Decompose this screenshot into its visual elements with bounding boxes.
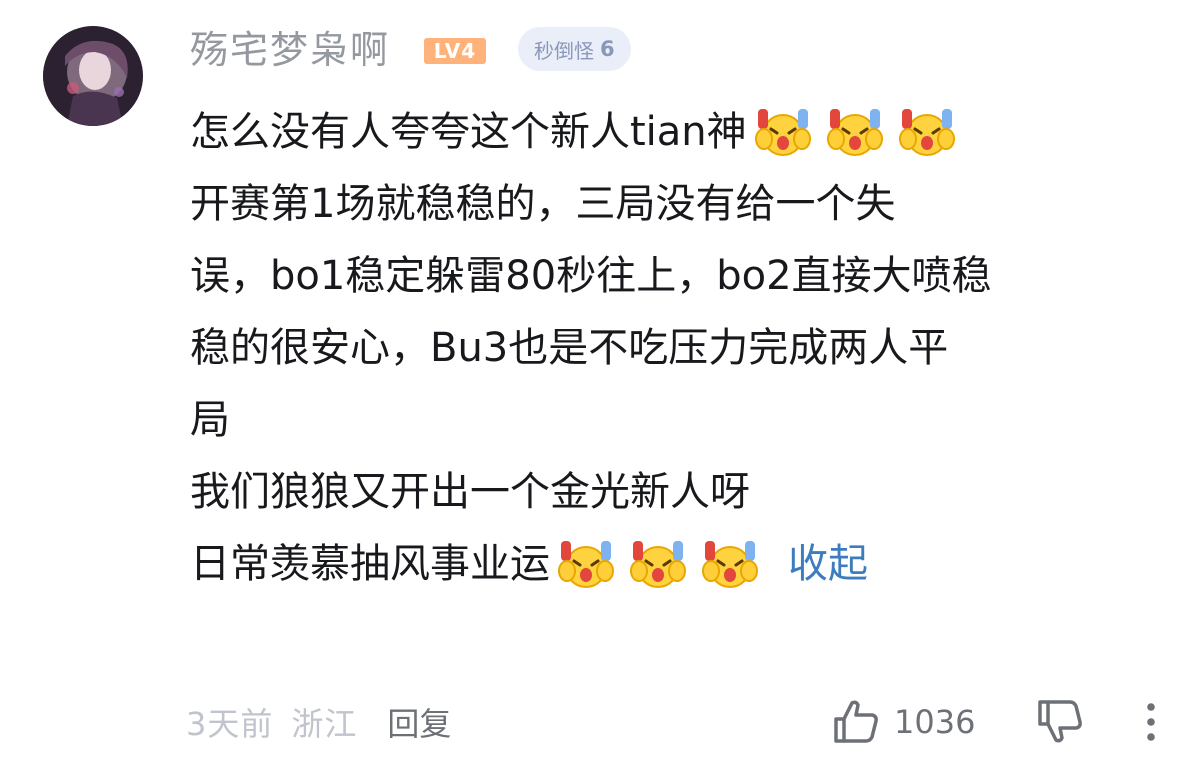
comment-region: 浙江 bbox=[291, 705, 358, 743]
like-button[interactable]: 1036 bbox=[832, 698, 975, 746]
reply-button[interactable]: 回复 bbox=[387, 699, 451, 745]
comment-line: 我们狼狼又开出一个金光新人呀 bbox=[190, 469, 750, 515]
fan-medal-badge[interactable]: 秒倒怪 6 bbox=[518, 27, 631, 71]
avatar[interactable] bbox=[43, 26, 143, 126]
dislike-button[interactable] bbox=[1034, 698, 1086, 746]
laugh-cry-emoji-icon bbox=[898, 105, 956, 157]
level-badge: LV4 bbox=[424, 38, 486, 64]
laugh-cry-emoji-icon bbox=[629, 537, 687, 589]
like-count: 1036 bbox=[894, 703, 976, 741]
laugh-cry-emoji-icon bbox=[557, 537, 615, 589]
comment-line: 稳的很安心，Bu3也是不吃压力完成两人平 bbox=[190, 325, 949, 371]
laugh-cry-emoji-icon bbox=[826, 105, 884, 157]
laugh-cry-emoji-icon bbox=[701, 537, 759, 589]
comment-line: 开赛第1场就稳稳的，三局没有给一个失 bbox=[190, 181, 896, 227]
comment-line: 误，bo1稳定躲雷80秒往上，bo2直接大喷稳 bbox=[190, 253, 992, 299]
fan-medal-name: 秒倒怪 bbox=[534, 38, 594, 63]
more-options-button[interactable] bbox=[1136, 698, 1166, 746]
comment-meta: 3天前 浙江 回复 bbox=[186, 698, 451, 746]
username[interactable]: 殇宅梦枭啊 bbox=[190, 28, 390, 72]
comment-line-text: 日常羡慕抽风事业运 bbox=[190, 541, 550, 587]
thumb-up-icon bbox=[832, 699, 880, 745]
comment-text: 怎么没有人夸夸这个新人tian神 开赛第1场就稳稳的，三局没有给一个失 误，bo… bbox=[190, 96, 1170, 600]
comment-time: 3天前 bbox=[186, 705, 274, 743]
comment-line: 日常羡慕抽风事业运 收起 bbox=[190, 528, 1170, 600]
fan-medal-level: 6 bbox=[600, 37, 615, 61]
more-vertical-icon bbox=[1136, 698, 1166, 746]
laugh-cry-emoji-icon bbox=[754, 105, 812, 157]
collapse-link[interactable]: 收起 bbox=[788, 541, 868, 587]
comment-line: 局 bbox=[190, 397, 230, 443]
comment-line: 怎么没有人夸夸这个新人tian神 bbox=[190, 96, 1170, 168]
comment-line-text: 怎么没有人夸夸这个新人tian神 bbox=[190, 109, 747, 155]
thumb-down-icon bbox=[1034, 698, 1086, 746]
